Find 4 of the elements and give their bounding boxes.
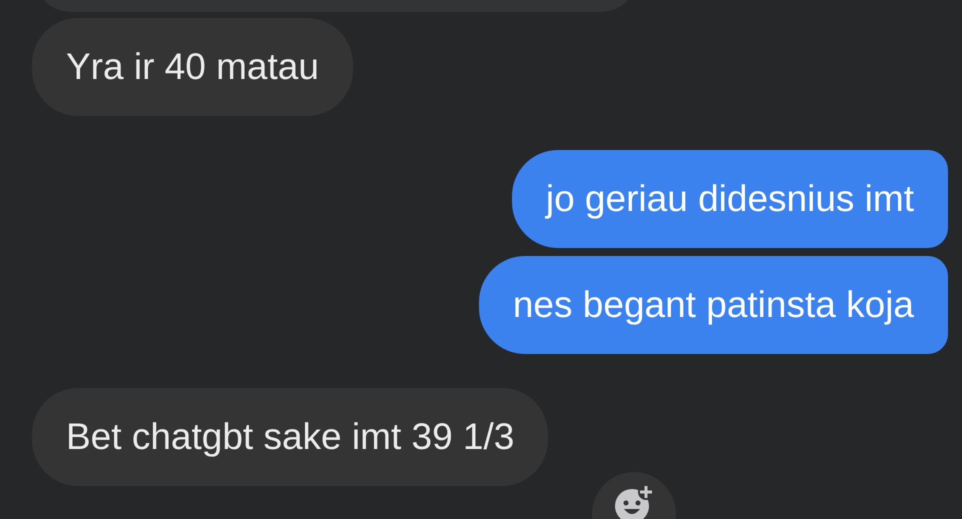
message-bubble: Bet chatgbt sake imt 39 1/3 [32,388,548,486]
message-bubble: jo geriau didesnius imt [512,150,948,248]
message-bubble: nes begant patinsta koja [478,256,948,354]
message-bubble: Yra ir 40 matau [32,18,353,116]
